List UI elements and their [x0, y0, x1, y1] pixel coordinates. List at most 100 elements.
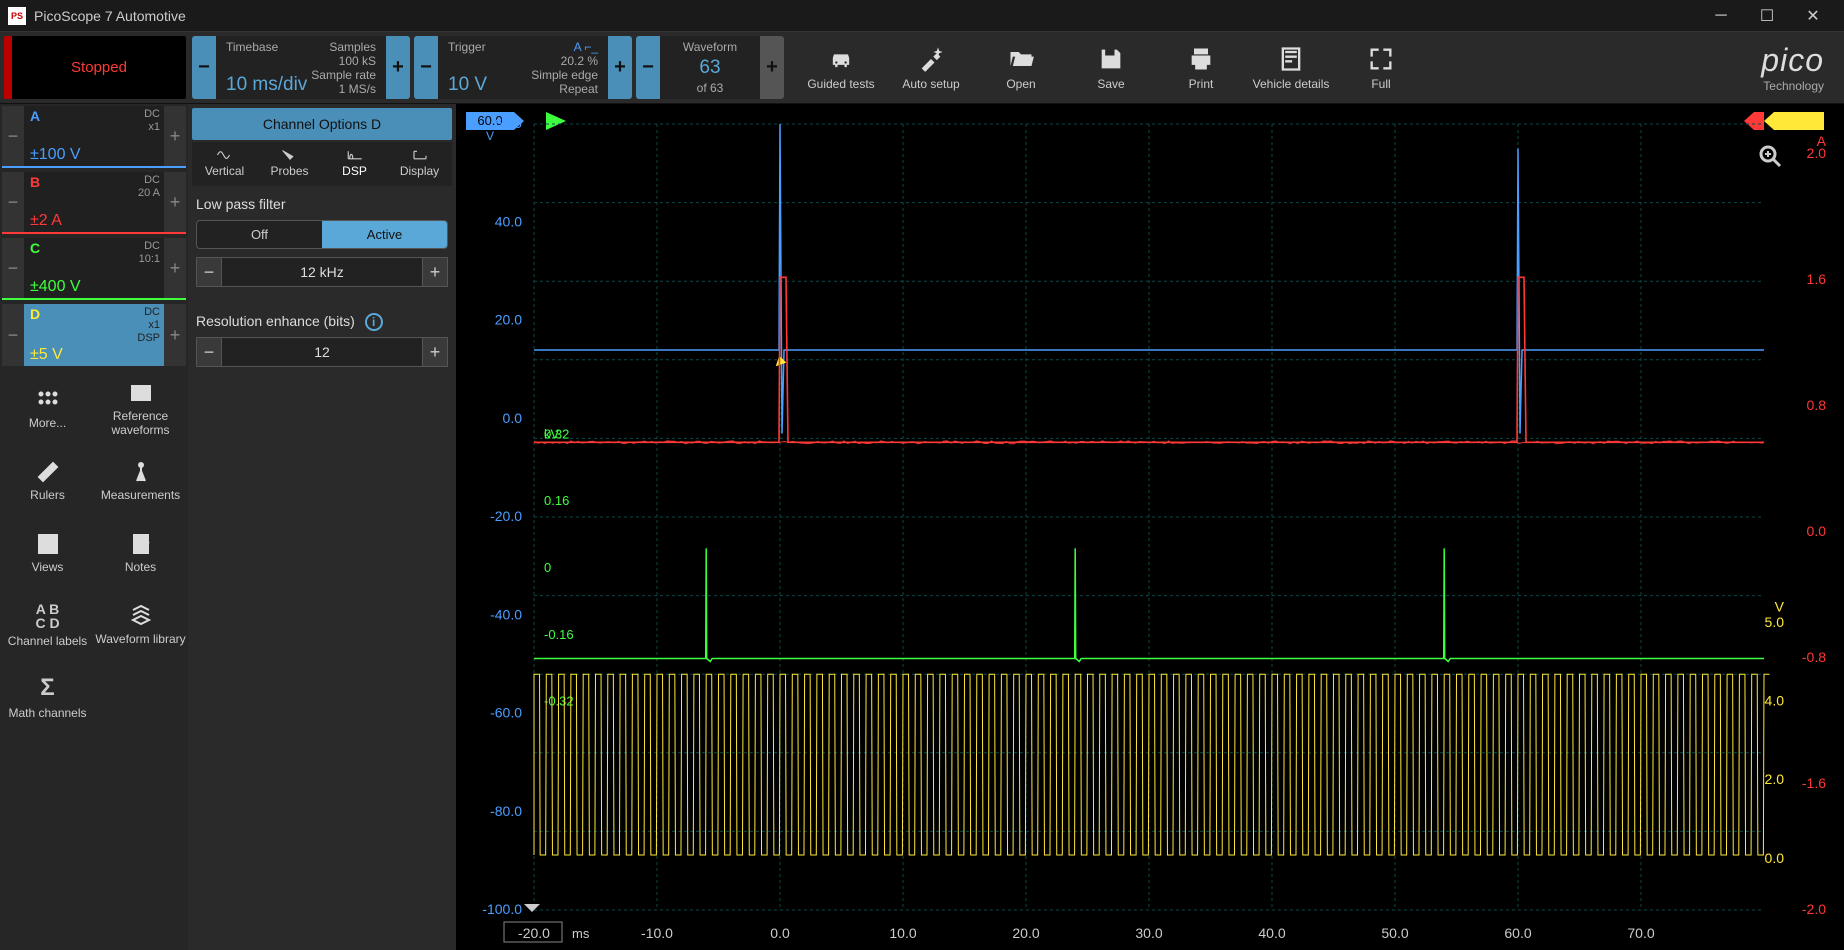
resolution-section: Resolution enhance (bits) i − 12 +	[192, 303, 452, 383]
options-header[interactable]: Channel Options D	[192, 108, 452, 140]
channel-b-decrease[interactable]: −	[2, 172, 24, 232]
measurements-button[interactable]: Measurements	[95, 446, 186, 516]
print-button[interactable]: Print	[1156, 32, 1246, 103]
views-button[interactable]: Views	[2, 518, 93, 588]
timebase-control: − Timebase Samples100 kS 10 ms/div Sampl…	[192, 36, 410, 99]
svg-text:60.0: 60.0	[1504, 925, 1531, 941]
trigger-label: Trigger	[448, 40, 486, 68]
main-area: − A DCx1 ±100 V + − B DC20 A ±2 A + − C …	[0, 104, 1844, 950]
waveform-library-button[interactable]: Waveform library	[95, 590, 186, 660]
lowpass-label: Low pass filter	[196, 196, 448, 212]
svg-text:2.0: 2.0	[1765, 771, 1785, 787]
svg-text:-1.6: -1.6	[1802, 775, 1826, 791]
more-button[interactable]: More...	[2, 374, 93, 444]
channel-d-body[interactable]: D DCx1DSP ±5 V	[24, 304, 164, 366]
trigger-body[interactable]: Trigger A ⌐_20.2 % 10 V Simple edgeRepea…	[438, 36, 608, 99]
lowpass-off[interactable]: Off	[197, 221, 322, 248]
timebase-decrease[interactable]: −	[192, 36, 216, 99]
waveform-plot[interactable]: 60.040.020.00.0-20.0-40.0-60.0-80.0-100.…	[456, 104, 1844, 950]
svg-text:-20.0: -20.0	[518, 925, 550, 941]
channel-d: − D DCx1DSP ±5 V +	[2, 304, 186, 366]
svg-text:20.0: 20.0	[1012, 925, 1039, 941]
minimize-button[interactable]: ─	[1698, 0, 1744, 32]
svg-text:-10.0: -10.0	[641, 925, 673, 941]
channel-b: − B DC20 A ±2 A +	[2, 172, 186, 234]
app-title: PicoScope 7 Automotive	[34, 8, 186, 24]
info-icon[interactable]: i	[365, 313, 383, 331]
channel-d-decrease[interactable]: −	[2, 304, 24, 366]
lowpass-section: Low pass filter Off Active − 12 kHz +	[192, 186, 452, 303]
channel-c: − C DC10:1 ±400 V +	[2, 238, 186, 300]
close-button[interactable]: ✕	[1790, 0, 1836, 32]
svg-text:0: 0	[544, 560, 551, 575]
channel-a: − A DCx1 ±100 V +	[2, 106, 186, 168]
rulers-button[interactable]: Rulers	[2, 446, 93, 516]
lpf-increase[interactable]: +	[422, 257, 448, 287]
channel-c-increase[interactable]: +	[164, 238, 186, 298]
svg-text:70.0: 70.0	[1627, 925, 1654, 941]
lpf-decrease[interactable]: −	[196, 257, 222, 287]
tab-dsp[interactable]: DSP	[322, 142, 387, 186]
lpf-value[interactable]: 12 kHz	[222, 257, 422, 287]
math-channels-button[interactable]: ΣMath channels	[2, 662, 93, 732]
res-increase[interactable]: +	[422, 337, 448, 367]
waveform-control: − Waveform 63 of 63 +	[636, 36, 784, 99]
notes-button[interactable]: Notes	[95, 518, 186, 588]
lowpass-active[interactable]: Active	[322, 221, 447, 248]
svg-text:-80.0: -80.0	[490, 803, 522, 819]
tab-display[interactable]: Display	[387, 142, 452, 186]
timebase-increase[interactable]: +	[386, 36, 410, 99]
run-stop-button[interactable]: Stopped	[4, 36, 186, 99]
waveform-body[interactable]: Waveform 63 of 63	[660, 36, 760, 99]
channel-a-body[interactable]: A DCx1 ±100 V	[24, 106, 164, 166]
guided-tests-button[interactable]: Guided tests	[796, 32, 886, 103]
channel-a-decrease[interactable]: −	[2, 106, 24, 166]
save-button[interactable]: Save	[1066, 32, 1156, 103]
svg-text:V: V	[1775, 598, 1785, 614]
channel-sidebar: − A DCx1 ±100 V + − B DC20 A ±2 A + − C …	[0, 104, 188, 950]
res-value[interactable]: 12	[222, 337, 422, 367]
channel-a-increase[interactable]: +	[164, 106, 186, 166]
fullscreen-button[interactable]: Full	[1336, 32, 1426, 103]
svg-text:50.0: 50.0	[1381, 925, 1408, 941]
vehicle-details-button[interactable]: Vehicle details	[1246, 32, 1336, 103]
svg-text:-0.16: -0.16	[544, 627, 574, 642]
scope-view[interactable]: 60.0V 60.040.020.00.0-20.0-40.0-60.0-80.…	[456, 104, 1844, 950]
auto-setup-button[interactable]: Auto setup	[886, 32, 976, 103]
trigger-control: − Trigger A ⌐_20.2 % 10 V Simple edgeRep…	[414, 36, 632, 99]
svg-text:ms: ms	[572, 926, 590, 941]
maximize-button[interactable]: ☐	[1744, 0, 1790, 32]
trigger-increase[interactable]: +	[608, 36, 632, 99]
channel-c-body[interactable]: C DC10:1 ±400 V	[24, 238, 164, 298]
svg-text:10.0: 10.0	[889, 925, 916, 941]
channel-d-increase[interactable]: +	[164, 304, 186, 366]
tab-vertical[interactable]: Vertical	[192, 142, 257, 186]
open-button[interactable]: Open	[976, 32, 1066, 103]
svg-text:4.0: 4.0	[1765, 693, 1785, 709]
options-tabs: Vertical Probes DSP Display	[192, 142, 452, 186]
svg-text:20.0: 20.0	[495, 312, 522, 328]
svg-text:2.0: 2.0	[1807, 145, 1827, 161]
top-toolbar: Stopped − Timebase Samples100 kS 10 ms/d…	[0, 32, 1844, 104]
waveform-next[interactable]: +	[760, 36, 784, 99]
timebase-body[interactable]: Timebase Samples100 kS 10 ms/div Sample …	[216, 36, 386, 99]
reference-waveforms-button[interactable]: Reference waveforms	[95, 374, 186, 444]
trigger-decrease[interactable]: −	[414, 36, 438, 99]
svg-text:-100.0: -100.0	[482, 901, 522, 917]
channel-b-body[interactable]: B DC20 A ±2 A	[24, 172, 164, 232]
svg-text:-60.0: -60.0	[490, 705, 522, 721]
trigger-value: 10 V	[448, 74, 487, 96]
res-decrease[interactable]: −	[196, 337, 222, 367]
waveform-prev[interactable]: −	[636, 36, 660, 99]
channel-b-increase[interactable]: +	[164, 172, 186, 232]
channel-labels-button[interactable]: A BC DChannel labels	[2, 590, 93, 660]
svg-text:-40.0: -40.0	[490, 606, 522, 622]
resolution-spinner: − 12 +	[196, 337, 448, 367]
channel-c-decrease[interactable]: −	[2, 238, 24, 298]
svg-text:0.0: 0.0	[503, 410, 523, 426]
tab-probes[interactable]: Probes	[257, 142, 322, 186]
resolution-label: Resolution enhance (bits)	[196, 313, 355, 329]
lowpass-toggle[interactable]: Off Active	[196, 220, 448, 249]
svg-text:1.6: 1.6	[1807, 271, 1827, 287]
lowpass-frequency: − 12 kHz +	[196, 257, 448, 287]
